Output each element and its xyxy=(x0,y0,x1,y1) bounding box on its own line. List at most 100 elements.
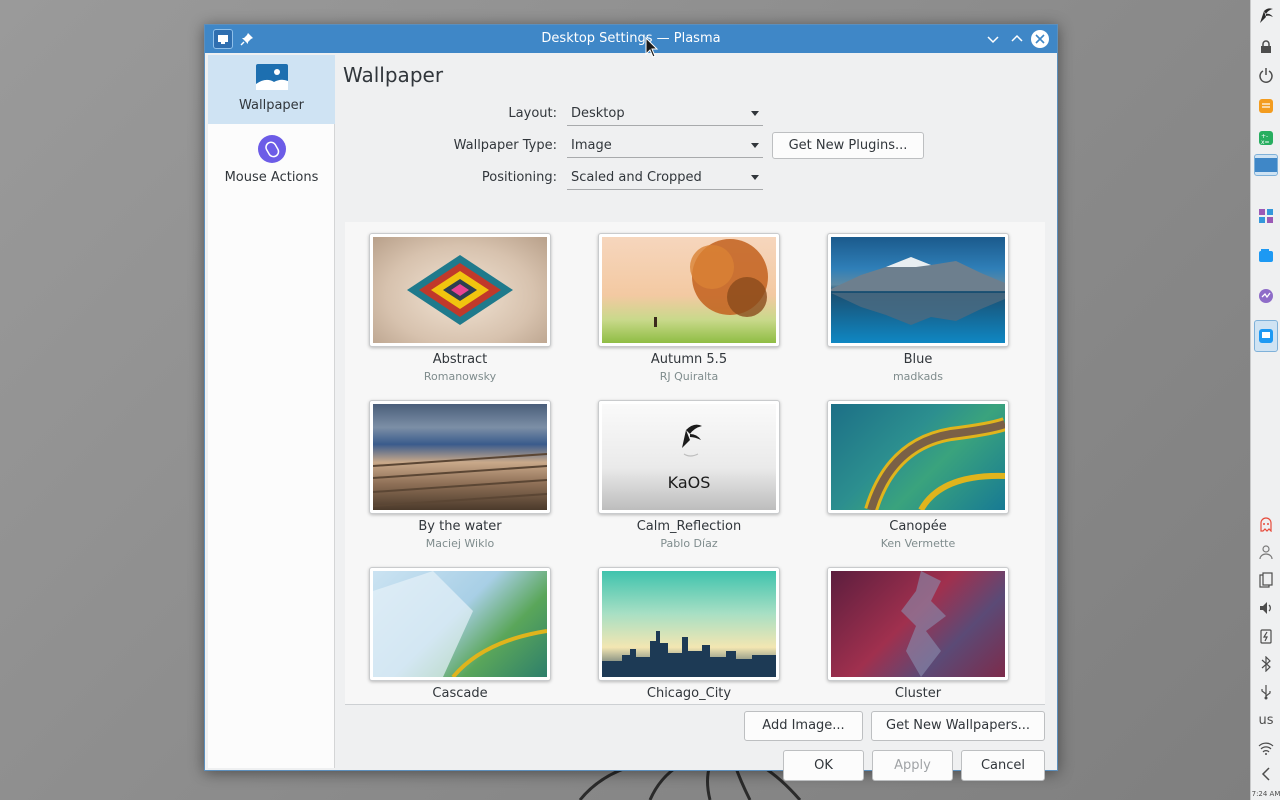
wallpaper-name: Cascade xyxy=(432,686,488,701)
user-switch-icon[interactable] xyxy=(1254,540,1278,564)
wallpaper-tile-canopee[interactable]: Canopée Ken Vermette xyxy=(827,400,1009,550)
power-icon[interactable] xyxy=(1254,63,1278,87)
add-image-button[interactable]: Add Image... xyxy=(744,711,863,741)
wallpaper-name: Cluster xyxy=(894,686,942,701)
desktop-settings-task-icon[interactable] xyxy=(1254,320,1278,352)
layout-label: Layout: xyxy=(508,106,557,121)
wallpaper-thumbnail-frame xyxy=(369,400,551,514)
wallpaper-thumbnail-frame xyxy=(598,567,780,681)
maximize-icon[interactable] xyxy=(1007,29,1027,49)
wallpaper-thumbnail: KaOS xyxy=(602,404,776,510)
wallpaper-thumbnail-frame: KaOS xyxy=(598,400,780,514)
cancel-button[interactable]: Cancel xyxy=(961,750,1045,781)
apply-button[interactable]: Apply xyxy=(872,750,953,781)
wallpaper-tile-by-the-water[interactable]: By the water Maciej Wiklo xyxy=(369,400,551,550)
notes-app-icon[interactable] xyxy=(1254,94,1278,118)
wallpaper-type-row: Wallpaper Type: Image Get New Plugins... xyxy=(335,132,1055,159)
lock-icon[interactable] xyxy=(1254,35,1278,59)
wallpaper-tile-calm-reflection[interactable]: KaOS Calm_Reflection Pablo Díaz xyxy=(598,400,780,550)
wallpaper-type-label: Wallpaper Type: xyxy=(453,138,557,153)
ok-button[interactable]: OK xyxy=(783,750,864,781)
file-manager-app-icon[interactable] xyxy=(1254,244,1278,268)
calculator-app-icon[interactable]: +- x= xyxy=(1254,126,1278,150)
usb-device-icon[interactable] xyxy=(1254,680,1278,704)
wallpaper-thumbnail-frame xyxy=(827,233,1009,347)
sidebar-item-label: Mouse Actions xyxy=(224,170,319,185)
wallpaper-name: Abstract xyxy=(432,352,488,367)
wallpaper-thumbnail xyxy=(602,237,776,343)
wallpaper-thumbnail-frame xyxy=(827,567,1009,681)
wallpaper-author: Maciej Wiklo xyxy=(425,537,495,550)
bluetooth-icon[interactable] xyxy=(1254,652,1278,676)
desktop-pager-icon[interactable] xyxy=(1254,154,1278,176)
wallpaper-tile-chicago-city[interactable]: Chicago_City xyxy=(598,567,780,701)
kaos-logo: KaOS xyxy=(668,424,711,492)
wallpaper-name: Chicago_City xyxy=(646,686,732,701)
close-icon[interactable] xyxy=(1031,30,1049,48)
wallpaper-tile-cluster[interactable]: Cluster xyxy=(827,567,1009,701)
window-tiles-app-icon[interactable] xyxy=(1254,204,1278,228)
keyboard-layout-indicator[interactable]: us xyxy=(1254,708,1278,732)
volume-icon[interactable] xyxy=(1254,596,1278,620)
system-monitor-app-icon[interactable] xyxy=(1254,284,1278,308)
desktop-settings-window: Desktop Settings — Plasma Wallpaper Mous… xyxy=(204,24,1058,781)
mouse-actions-icon xyxy=(257,135,286,163)
kaos-logo-text: KaOS xyxy=(668,473,711,492)
wallpaper-thumbnail xyxy=(831,237,1005,343)
clipboard-icon[interactable] xyxy=(1254,568,1278,592)
wallpaper-name: Calm_Reflection xyxy=(636,519,742,534)
wallpaper-name: By the water xyxy=(418,519,502,534)
wallpaper-thumbnail xyxy=(602,571,776,677)
mouse-cursor-icon xyxy=(645,37,659,58)
minimize-icon[interactable] xyxy=(983,29,1003,49)
layout-combobox[interactable]: Desktop xyxy=(567,102,763,126)
wallpaper-thumbnail-frame xyxy=(369,567,551,681)
positioning-combobox[interactable]: Scaled and Cropped xyxy=(567,166,763,190)
wallpaper-thumbnail-frame xyxy=(598,233,780,347)
chevron-down-icon xyxy=(751,111,759,116)
sidebar-item-mouse-actions[interactable]: Mouse Actions xyxy=(208,127,335,191)
window-title: Desktop Settings — Plasma xyxy=(541,31,721,46)
wallpaper-thumbnail xyxy=(373,571,547,677)
right-panel: +- x= us 7:24 AM xyxy=(1250,0,1280,800)
page-title: Wallpaper xyxy=(343,63,444,87)
title-bar[interactable]: Desktop Settings — Plasma xyxy=(205,25,1057,53)
sidebar-item-wallpaper[interactable]: Wallpaper xyxy=(208,55,335,124)
battery-icon[interactable] xyxy=(1254,624,1278,648)
positioning-row: Positioning: Scaled and Cropped xyxy=(335,166,1055,190)
chevron-down-icon xyxy=(751,175,759,180)
sidebar-item-label: Wallpaper xyxy=(238,98,305,113)
wallpaper-grid: Abstract Romanowsky Autumn 5.5 RJ Quiral… xyxy=(345,222,1045,705)
wallpaper-type-combobox[interactable]: Image xyxy=(567,134,763,158)
wallpaper-tile-abstract[interactable]: Abstract Romanowsky xyxy=(369,233,551,383)
main-content: Wallpaper Layout: Desktop Wallpaper Type… xyxy=(335,55,1055,781)
wallpaper-icon xyxy=(255,64,288,90)
wallpaper-thumbnail-frame xyxy=(369,233,551,347)
wallpaper-tile-blue[interactable]: Blue madkads xyxy=(827,233,1009,383)
wallpaper-author: madkads xyxy=(892,370,944,383)
wallpaper-name: Autumn 5.5 xyxy=(650,352,728,367)
wallpaper-author: RJ Quiralta xyxy=(659,370,719,383)
wallpaper-thumbnail xyxy=(373,404,547,510)
wallpaper-name: Canopée xyxy=(889,519,947,534)
wallpaper-name: Blue xyxy=(903,352,933,367)
clock[interactable]: 7:24 AM xyxy=(1251,790,1280,798)
layout-row: Layout: Desktop xyxy=(335,102,1055,126)
positioning-label: Positioning: xyxy=(481,170,557,185)
ghost-indicator-icon[interactable] xyxy=(1254,512,1278,536)
wifi-icon[interactable] xyxy=(1254,736,1278,760)
wallpaper-author: Pablo Díaz xyxy=(660,537,718,550)
wallpaper-thumbnail xyxy=(831,404,1005,510)
get-new-plugins-button[interactable]: Get New Plugins... xyxy=(772,132,924,159)
wallpaper-tile-cascade[interactable]: Cascade xyxy=(369,567,551,701)
wallpaper-author: Romanowsky xyxy=(423,370,497,383)
get-new-wallpapers-button[interactable]: Get New Wallpapers... xyxy=(871,711,1045,741)
wallpaper-thumbnail-frame xyxy=(827,400,1009,514)
chevron-down-icon xyxy=(751,143,759,148)
wallpaper-author: Ken Vermette xyxy=(880,537,956,550)
wallpaper-tile-autumn[interactable]: Autumn 5.5 RJ Quiralta xyxy=(598,233,780,383)
expand-tray-icon[interactable] xyxy=(1254,762,1278,786)
wallpaper-type-value: Image xyxy=(571,138,612,153)
application-launcher-icon[interactable] xyxy=(1254,3,1278,27)
settings-sidebar: Wallpaper Mouse Actions xyxy=(208,55,335,768)
